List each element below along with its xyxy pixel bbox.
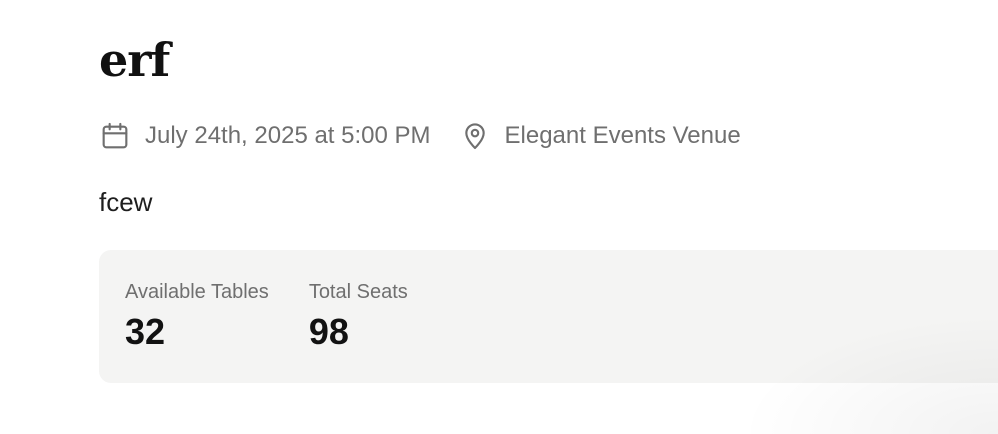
- stat-value: 98: [308, 311, 349, 352]
- event-meta: July 24th, 2025 at 5:00 PM Elegant Event…: [99, 118, 741, 154]
- event-details: erf July 24th, 2025 at 5:00 PM Elegant E…: [99, 0, 998, 434]
- event-description: fcew: [99, 187, 153, 217]
- stat-label: Total Seats: [308, 281, 408, 303]
- stat-label: Available Tables: [125, 281, 269, 303]
- calendar-icon: [99, 120, 131, 152]
- stat-value: 32: [125, 311, 166, 352]
- event-date: July 24th, 2025 at 5:00 PM: [99, 120, 431, 152]
- stat-total-seats: Total Seats 98: [309, 278, 408, 383]
- map-pin-icon: [459, 120, 491, 152]
- event-stats-card: Available Tables 32 Total Seats 98: [99, 250, 998, 383]
- event-venue: Elegant Events Venue: [459, 120, 741, 152]
- event-datetime: July 24th, 2025 at 5:00 PM: [145, 122, 431, 149]
- event-title: erf: [99, 33, 170, 87]
- event-venue-name: Elegant Events Venue: [504, 122, 741, 149]
- stat-available-tables: Available Tables 32: [125, 278, 269, 383]
